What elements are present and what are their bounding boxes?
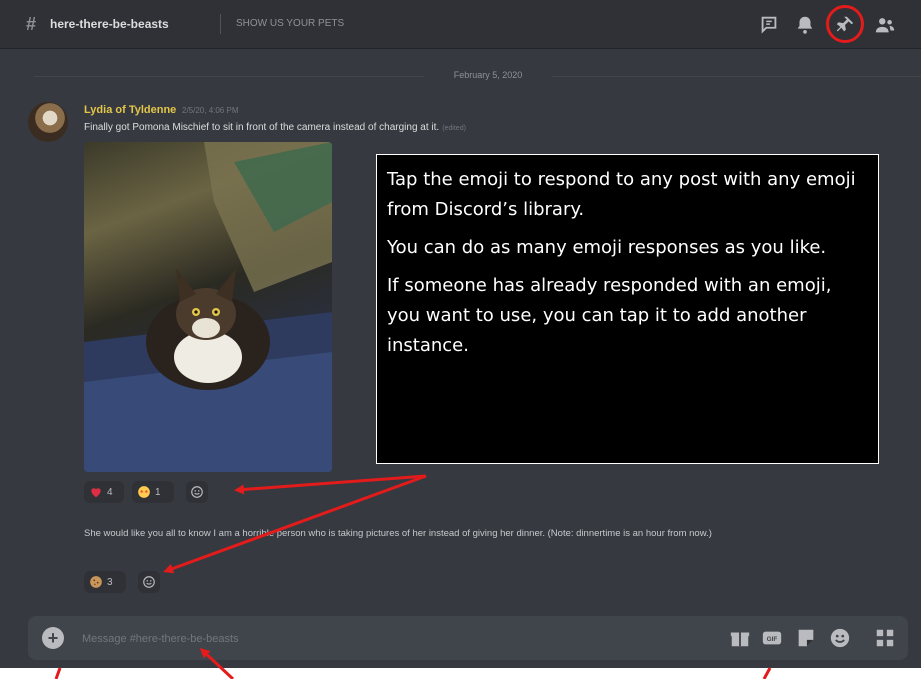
reaction-count: 1 (155, 486, 161, 498)
discord-window: # here-there-be-beasts SHOW US YOUR PETS… (0, 0, 921, 668)
message-author[interactable]: Lydia of Tyldenne (84, 104, 176, 116)
reaction-star-struck[interactable]: 1 (132, 481, 174, 503)
notifications-icon[interactable] (794, 14, 816, 36)
channel-name: here-there-be-beasts (50, 17, 169, 31)
heart-icon (89, 485, 103, 499)
message-text-2: She would like you all to know I am a ho… (84, 528, 712, 539)
members-icon[interactable] (874, 14, 896, 36)
date-divider-line (552, 76, 921, 77)
reaction-heart[interactable]: 4 (84, 481, 124, 503)
gift-icon[interactable] (729, 627, 751, 649)
date-divider: February 5, 2020 (453, 70, 523, 80)
edited-tag: (edited) (442, 125, 466, 132)
add-reaction-icon (191, 486, 203, 498)
add-reaction-button[interactable] (138, 571, 160, 593)
annotation-callout: Tap the emoji to respond to any post wit… (376, 154, 879, 464)
date-divider-line (34, 76, 424, 77)
hash-icon: # (26, 14, 37, 34)
cookie-icon (89, 575, 103, 589)
add-reaction-button[interactable] (186, 481, 208, 503)
apps-icon[interactable] (874, 627, 896, 649)
message-timestamp: 2/5/20, 4:06 PM (182, 106, 239, 115)
message-image[interactable] (84, 142, 332, 472)
message-input[interactable] (80, 626, 644, 652)
message-text: Finally got Pomona Mischief to sit in fr… (84, 122, 466, 133)
emoji-icon[interactable] (829, 627, 851, 649)
cat-photo (84, 142, 332, 472)
pin-highlight-circle (826, 5, 864, 43)
callout-paragraph: You can do as many emoji responses as yo… (387, 237, 827, 258)
attach-plus-icon[interactable]: + (42, 627, 64, 649)
add-reaction-icon (143, 576, 155, 588)
channel-topic[interactable]: SHOW US YOUR PETS (236, 18, 344, 29)
reaction-count: 4 (107, 486, 113, 498)
avatar[interactable] (28, 102, 68, 142)
header-divider (220, 14, 221, 34)
channel-header: # here-there-be-beasts SHOW US YOUR PETS (0, 0, 921, 49)
message-body: Finally got Pomona Mischief to sit in fr… (84, 122, 440, 133)
threads-icon[interactable] (758, 14, 780, 36)
arrow-to-attach (54, 667, 62, 679)
message-composer: + GIF (28, 616, 908, 660)
callout-paragraph: If someone has already responded with an… (387, 275, 832, 356)
callout-paragraph: Tap the emoji to respond to any post wit… (387, 169, 856, 220)
reaction-count: 3 (107, 576, 113, 588)
sticker-icon[interactable] (795, 627, 817, 649)
arrow-to-gift (762, 667, 772, 679)
gif-icon[interactable]: GIF (761, 627, 783, 649)
star-struck-icon (137, 485, 151, 499)
reaction-cookie[interactable]: 3 (84, 571, 126, 593)
svg-text:GIF: GIF (767, 636, 778, 643)
